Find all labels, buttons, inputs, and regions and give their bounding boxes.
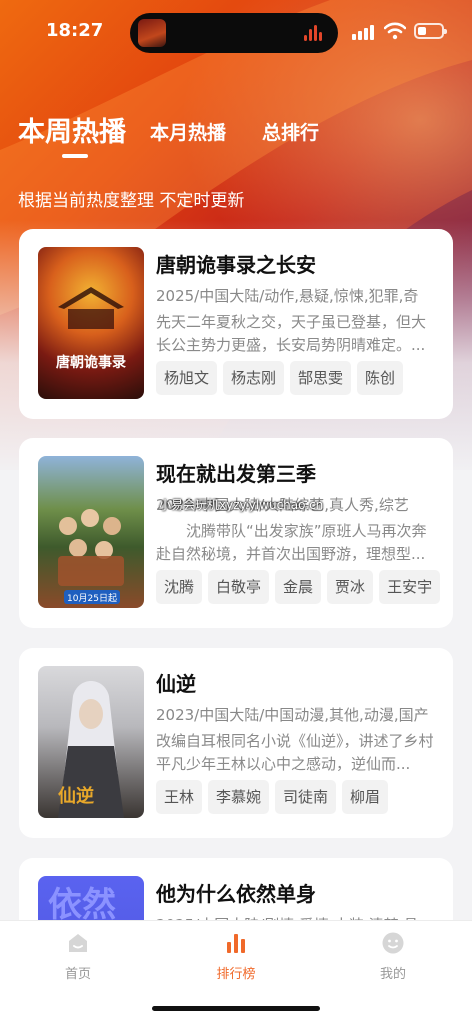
show-description: 沈腾带队“出发家族”原班人马再次奔赴自然秘境，并首次出国野游，理想型... — [156, 522, 427, 563]
cast-tag[interactable]: 司徒南 — [275, 780, 337, 814]
cast-tag[interactable]: 贾冰 — [327, 570, 374, 604]
home-icon — [66, 931, 90, 955]
show-description: 改编自耳根同名小说《仙逆》，讲述了乡村平凡少年王林以心中之感动，逆仙而... — [156, 732, 434, 773]
dynamic-island[interactable] — [130, 13, 338, 53]
nav-ranking[interactable]: 排行榜 — [196, 931, 276, 982]
tab-overall[interactable]: 总排行 — [262, 118, 319, 145]
tab-weekly[interactable]: 本周热播 — [18, 110, 126, 149]
cast-tag[interactable]: 郜思雯 — [290, 361, 352, 395]
nav-label: 首页 — [64, 967, 91, 982]
cast-tag[interactable]: 杨旭文 — [156, 361, 218, 395]
show-title[interactable]: 唐朝诡事录之长安 — [156, 249, 316, 278]
show-poster: 唐朝诡事录 — [38, 247, 144, 399]
show-title[interactable]: 他为什么依然单身 — [156, 878, 316, 907]
ranking-icon — [224, 931, 248, 955]
show-card[interactable]: 仙逆 仙逆 2023/中国大陆/中国动漫,其他,动漫,国产 改编自耳根同名小说《… — [19, 648, 453, 838]
cast-tag[interactable]: 杨志刚 — [223, 361, 285, 395]
cast-tag[interactable]: 王安宇 — [379, 570, 441, 604]
show-card[interactable]: 唐朝诡事录 唐朝诡事录之长安 2025/中国大陆/动作,悬疑,惊悚,犯罪,奇 先… — [19, 229, 453, 419]
show-meta: 2025/中国大陆/动作,悬疑,惊悚,犯罪,奇 — [156, 287, 419, 305]
wifi-icon — [384, 22, 406, 40]
cast-tag[interactable]: 沈腾 — [156, 570, 203, 604]
nav-label: 我的 — [379, 967, 406, 982]
poster-title-text: 唐朝诡事录 — [56, 354, 126, 371]
poster-title-text: 仙逆 — [58, 785, 94, 807]
battery-icon — [414, 23, 447, 39]
cellular-signal-icon — [352, 24, 376, 40]
show-meta: 2023/中国大陆/中国动漫,其他,动漫,国产 — [156, 706, 429, 724]
nav-home[interactable]: 首页 — [38, 931, 118, 982]
ranking-subtitle: 根据当前热度整理 不定时更新 — [18, 191, 245, 211]
cast-tag[interactable]: 白敬亭 — [208, 570, 270, 604]
profile-icon — [381, 931, 405, 955]
cast-tag[interactable]: 李慕婉 — [208, 780, 270, 814]
status-bar: 18:27 — [0, 0, 472, 62]
cast-tag[interactable]: 柳眉 — [342, 780, 389, 814]
show-title[interactable]: 现在就出发第三季 — [156, 458, 316, 487]
show-description: 先天二年夏秋之交，天子虽已登基，但大长公主势力更盛，长安局势阴晴难定。... — [156, 313, 427, 354]
tab-monthly[interactable]: 本月热播 — [150, 118, 226, 145]
show-poster: 仙逆 — [38, 666, 144, 818]
poster-title-text: 依然 — [48, 885, 116, 925]
watermark-text: 小易会玩机xyzy.ylwuchao.cn — [159, 498, 324, 512]
status-time: 18:27 — [46, 20, 104, 41]
cast-tag[interactable]: 陈创 — [357, 361, 404, 395]
cast-tags: 杨旭文 杨志刚 郜思雯 陈创 — [156, 361, 409, 397]
audio-wave-icon — [304, 25, 326, 41]
cast-tag[interactable]: 金晨 — [275, 570, 322, 604]
nav-label: 排行榜 — [216, 967, 256, 982]
active-tab-indicator — [62, 154, 88, 158]
show-card[interactable]: 10月25日起 现在就出发第三季 2025/中国大陆/大陆综艺,真人秀,综艺 小… — [19, 438, 453, 628]
poster-date-text: 10月25日起 — [67, 593, 117, 604]
home-indicator[interactable] — [152, 1006, 320, 1011]
show-poster: 10月25日起 — [38, 456, 144, 608]
show-title[interactable]: 仙逆 — [156, 668, 196, 697]
nav-profile[interactable]: 我的 — [353, 931, 433, 982]
cast-tag[interactable]: 王林 — [156, 780, 203, 814]
cast-tags: 沈腾 白敬亭 金晨 贾冰 王安宇 — [156, 570, 446, 606]
now-playing-thumbnail — [138, 19, 166, 47]
cast-tags: 王林 李慕婉 司徒南 柳眉 — [156, 780, 394, 816]
